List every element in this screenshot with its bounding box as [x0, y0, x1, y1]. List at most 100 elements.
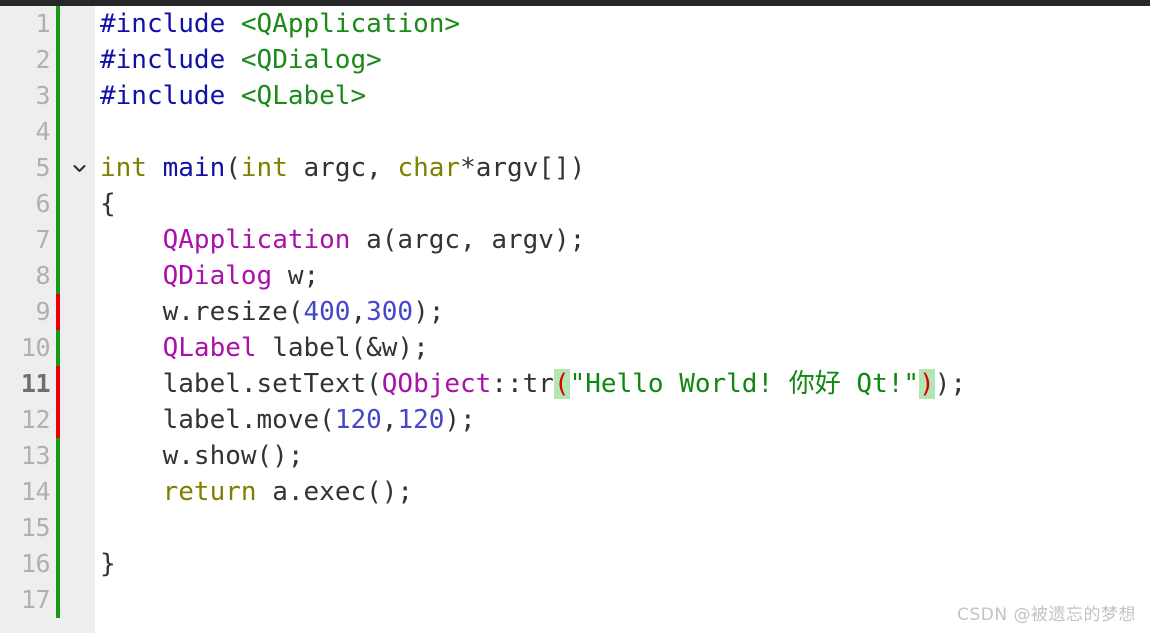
code-token-plain: label.setText(: [100, 369, 382, 399]
code-token-plain: label.move(: [100, 405, 335, 435]
line-number: 5: [35, 153, 50, 182]
code-token-plain: ::tr: [491, 369, 554, 399]
editor-gutter[interactable]: 1 2 3 4 5 6 7 8 9 10 11 12 13 14 15 16 17: [0, 6, 95, 633]
gutter-row[interactable]: 4: [0, 114, 95, 150]
change-bar-added: [56, 546, 60, 582]
code-token-paren-match: (: [553, 369, 570, 399]
gutter-row[interactable]: 1: [0, 6, 95, 42]
line-number: 10: [20, 333, 51, 362]
line-number: 9: [35, 297, 50, 326]
line-number: 15: [20, 513, 51, 542]
line-number: 14: [20, 477, 51, 506]
code-token-string: "Hello World! 你好 Qt!": [569, 369, 920, 399]
gutter-row[interactable]: 6: [0, 186, 95, 222]
code-line[interactable]: w.resize(400,300);: [100, 294, 445, 330]
code-token-include: <QLabel>: [240, 81, 367, 111]
code-line[interactable]: #include <QLabel>: [100, 78, 366, 114]
line-number: 13: [20, 441, 51, 470]
code-token-number: 400: [303, 297, 351, 327]
code-text-area[interactable]: #include <QApplication> #include <QDialog…: [95, 6, 1150, 633]
line-number: 2: [35, 45, 50, 74]
code-line[interactable]: return a.exec();: [100, 474, 413, 510]
code-token-plain: {: [100, 189, 116, 219]
change-bar-added: [56, 186, 60, 222]
gutter-row[interactable]: 14: [0, 474, 95, 510]
code-token-plain: *argv[]): [460, 153, 586, 183]
line-number: 7: [35, 225, 50, 254]
code-line[interactable]: QDialog w;: [100, 258, 320, 294]
change-bar-added: [56, 42, 60, 78]
code-token-number: 120: [334, 405, 382, 435]
code-token-keyword: return: [162, 477, 257, 507]
change-bar-modified: [56, 294, 60, 330]
code-editor-window: 1 2 3 4 5 6 7 8 9 10 11 12 13 14 15 16 17 #include <QApp…: [0, 0, 1150, 633]
gutter-row[interactable]: 12: [0, 402, 95, 438]
change-bar-added: [56, 330, 60, 366]
change-bar-added: [56, 78, 60, 114]
code-token-type: QApplication: [162, 225, 351, 255]
change-bar-added: [56, 222, 60, 258]
change-bar-added: [56, 438, 60, 474]
line-number: 11: [20, 369, 51, 398]
gutter-row[interactable]: 10: [0, 330, 95, 366]
code-token-keyword: int: [100, 153, 147, 183]
line-number: 4: [35, 117, 50, 146]
code-token-plain: argc,: [287, 153, 398, 183]
code-token-plain: }: [100, 549, 116, 579]
code-token-plain: ,: [350, 297, 367, 327]
code-token-keyword: char: [397, 153, 461, 183]
gutter-row[interactable]: 3: [0, 78, 95, 114]
gutter-row[interactable]: 8: [0, 258, 95, 294]
line-number: 6: [35, 189, 50, 218]
line-number: 1: [35, 9, 50, 38]
code-token-plain: w;: [272, 261, 320, 291]
code-token-plain: ,: [381, 405, 398, 435]
code-line[interactable]: #include <QApplication>: [100, 6, 460, 42]
code-line[interactable]: label.setText(QObject::tr("Hello World! …: [100, 366, 966, 402]
code-token-keyword: int: [240, 153, 288, 183]
code-token-preproc: #include: [100, 9, 226, 39]
code-token-plain: label(&w);: [256, 333, 429, 363]
gutter-row[interactable]: 11: [0, 366, 95, 402]
csdn-watermark: CSDN @被遗忘的梦想: [957, 605, 1136, 625]
code-line[interactable]: QApplication a(argc, argv);: [100, 222, 586, 258]
code-token-preproc: #include: [100, 81, 226, 111]
change-bar-modified: [56, 402, 60, 438]
change-bar-added: [56, 474, 60, 510]
gutter-row[interactable]: 17: [0, 582, 95, 618]
gutter-row[interactable]: 13: [0, 438, 95, 474]
code-line[interactable]: {: [100, 186, 116, 222]
code-token-type: QDialog: [162, 261, 273, 291]
code-token-plain: a.exec();: [256, 477, 414, 507]
gutter-row[interactable]: 2: [0, 42, 95, 78]
gutter-row[interactable]: 5: [0, 150, 95, 186]
code-line[interactable]: }: [100, 546, 116, 582]
code-token-plain: a(argc, argv);: [350, 225, 586, 255]
chevron-down-icon[interactable]: [66, 150, 92, 186]
change-bar-added: [56, 258, 60, 294]
code-token-paren-match: ): [919, 369, 935, 399]
code-line[interactable]: w.show();: [100, 438, 304, 474]
code-line[interactable]: #include <QDialog>: [100, 42, 382, 78]
change-bar-added: [56, 510, 60, 546]
gutter-row[interactable]: 16: [0, 546, 95, 582]
code-line[interactable]: QLabel label(&w);: [100, 330, 429, 366]
code-token-number: 120: [397, 405, 445, 435]
line-number: 12: [20, 405, 51, 434]
change-bar-added: [56, 582, 60, 618]
gutter-row[interactable]: 7: [0, 222, 95, 258]
gutter-row[interactable]: 9: [0, 294, 95, 330]
change-bar-added: [56, 150, 60, 186]
line-number: 16: [20, 549, 51, 578]
gutter-row[interactable]: 15: [0, 510, 95, 546]
code-token-plain: w.show();: [100, 441, 304, 471]
line-number: 17: [20, 585, 51, 614]
code-token-plain: );: [934, 369, 967, 399]
code-line[interactable]: label.move(120,120);: [100, 402, 476, 438]
code-line[interactable]: int main(int argc, char*argv[]): [100, 150, 585, 186]
